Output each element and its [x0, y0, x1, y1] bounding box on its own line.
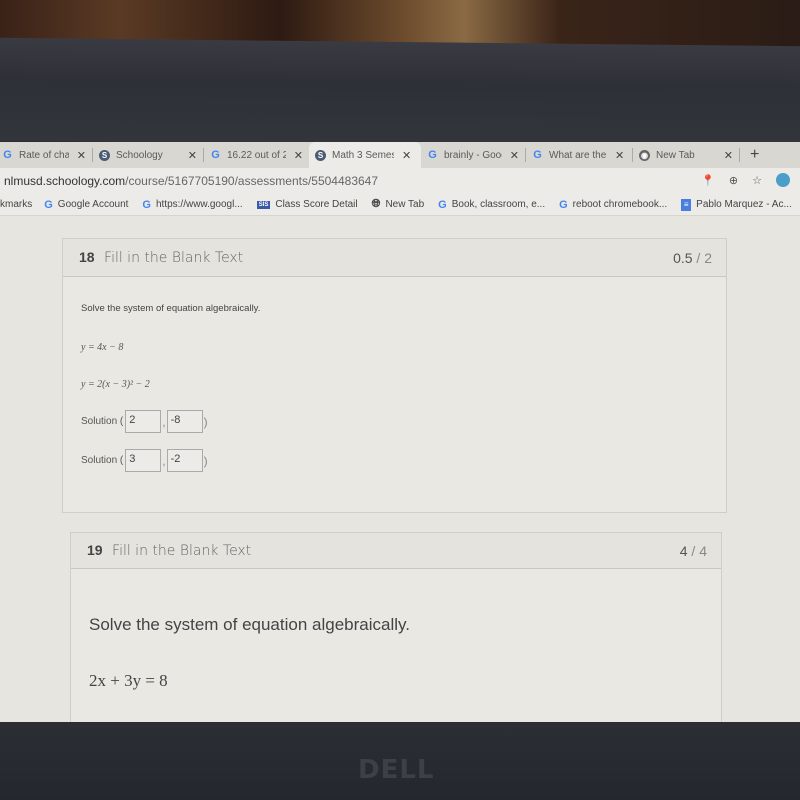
url-field[interactable]: nlmusd.schoology.com/course/5167705190/a… — [4, 174, 378, 188]
question-type: Fill in the Blank Text — [112, 542, 252, 559]
close-icon[interactable]: ✕ — [510, 149, 519, 162]
google-icon: G — [211, 149, 220, 161]
question-header: 18 Fill in the Blank Text 0.5 / 2 — [63, 239, 726, 277]
equation-2: y = 2(x − 3)² − 2 — [81, 379, 150, 390]
tab-title: Math 3 Semes — [332, 149, 394, 161]
bookmark-label: Pablo Marquez - Ac... — [696, 199, 792, 210]
close-icon[interactable]: ✕ — [188, 149, 197, 162]
comma-separator: , — [162, 414, 166, 429]
tab-brainly[interactable]: G brainly - Goog ✕ — [421, 142, 525, 168]
tab-title: Rate of chang — [19, 149, 69, 161]
score-earned: 0.5 — [673, 249, 693, 266]
score-total: / 2 — [696, 249, 712, 266]
tab-title: 16.22 out of 2 — [227, 149, 286, 161]
tab-schoology[interactable]: S Schoology ✕ — [93, 142, 203, 168]
solution-row: Solution ( 2 , -8 ) — [81, 410, 208, 433]
tab-title: New Tab — [656, 149, 695, 161]
monitor-bezel-top — [0, 37, 800, 150]
bookmark-reboot-chromebook[interactable]: G reboot chromebook... — [559, 199, 667, 211]
close-paren: ) — [203, 453, 208, 468]
tab-rate-of-change[interactable]: G Rate of chang ✕ — [0, 142, 92, 168]
comma-separator: , — [162, 453, 166, 468]
chrome-icon: ◉ — [639, 149, 650, 161]
close-icon[interactable]: ✕ — [615, 149, 624, 162]
profile-avatar[interactable] — [776, 173, 790, 187]
question-number: 19 — [87, 541, 103, 558]
solution-y-input[interactable]: -2 — [166, 449, 203, 472]
solution-label: Solution ( — [81, 455, 124, 466]
question-prompt: Solve the system of equation algebraical… — [81, 303, 261, 314]
google-icon: G — [428, 149, 437, 161]
question-type: Fill in the Blank Text — [104, 249, 244, 266]
question-card-18: 18 Fill in the Blank Text 0.5 / 2 Solve … — [62, 238, 727, 513]
sis-icon: SIS — [256, 200, 271, 209]
solution-x-input[interactable]: 3 — [125, 449, 162, 472]
bookmark-label: New Tab — [385, 199, 425, 210]
bookmark-book-classroom[interactable]: G Book, classroom, e... — [438, 199, 545, 211]
google-icon: G — [44, 198, 53, 211]
question-number: 18 — [79, 248, 95, 265]
tab-new-tab[interactable]: ◉ New Tab ✕ — [633, 142, 739, 168]
tab-math3-semester[interactable]: S Math 3 Semes ✕ — [309, 142, 421, 168]
question-score: 4 / 4 — [680, 543, 707, 559]
equation-1: 2x + 3y = 8 — [89, 671, 168, 690]
tab-title: Schoology — [116, 149, 163, 161]
question-card-19: 19 Fill in the Blank Text 4 / 4 Solve th… — [70, 532, 722, 724]
bookmark-star-icon[interactable]: ☆ — [752, 174, 762, 187]
bookmarks-label[interactable]: kmarks — [0, 199, 32, 210]
tab-strip: G Rate of chang ✕ S Schoology ✕ G 16.22 … — [0, 142, 800, 168]
close-icon[interactable]: ✕ — [724, 149, 733, 162]
score-total: / 4 — [691, 542, 707, 559]
tab-title: brainly - Goog — [444, 149, 502, 161]
assessment-content: 18 Fill in the Blank Text 0.5 / 2 Solve … — [0, 217, 800, 724]
tab-separator — [739, 148, 740, 162]
address-bar-actions: 📍 ⊕ ☆ — [701, 173, 790, 187]
solution-y-input[interactable]: -8 — [166, 410, 203, 433]
url-domain: nlmusd.schoology.com — [4, 174, 126, 188]
bookmark-label: Book, classroom, e... — [451, 199, 546, 210]
bookmark-class-score-detail[interactable]: SIS Class Score Detail — [256, 199, 358, 210]
equation-1: y = 4x − 8 — [81, 342, 124, 353]
google-icon: G — [533, 149, 542, 161]
bookmark-label: https://www.googl... — [155, 199, 243, 210]
zoom-icon[interactable]: ⊕ — [729, 174, 738, 187]
google-icon: G — [438, 198, 447, 211]
solution-row: Solution ( 3 , -2 ) — [81, 449, 208, 472]
score-earned: 4 — [679, 542, 688, 559]
google-icon: G — [3, 149, 12, 161]
question-prompt: Solve the system of equation algebraical… — [89, 615, 410, 634]
location-pin-icon[interactable]: 📍 — [701, 174, 715, 187]
tab-what-are-the[interactable]: G What are the ✕ — [526, 142, 632, 168]
close-paren: ) — [203, 414, 208, 429]
bookmarks-bar: kmarks G Google Account G https://www.go… — [0, 194, 800, 216]
question-score: 0.5 / 2 — [673, 250, 712, 266]
new-tab-button[interactable]: + — [750, 146, 759, 164]
bookmark-label: reboot chromebook... — [572, 199, 668, 210]
bookmark-label: Class Score Detail — [275, 199, 358, 210]
browser-window: G Rate of chang ✕ S Schoology ✕ G 16.22 … — [0, 142, 800, 724]
solution-x-input[interactable]: 2 — [125, 410, 162, 433]
dell-logo: DELL — [358, 755, 435, 785]
tab-title: What are the — [549, 149, 607, 161]
schoology-icon: S — [315, 149, 326, 161]
solution-label: Solution ( — [81, 416, 124, 427]
close-icon[interactable]: ✕ — [77, 149, 86, 162]
tab-score[interactable]: G 16.22 out of 2 ✕ — [204, 142, 309, 168]
globe-icon: 🌐︎ — [371, 198, 381, 210]
url-path: /course/5167705190/assessments/550448364… — [125, 174, 379, 188]
google-icon: G — [142, 198, 151, 211]
docs-icon: ≡ — [681, 198, 692, 211]
close-icon[interactable]: ✕ — [402, 149, 411, 162]
schoology-icon: S — [99, 149, 110, 161]
google-icon: G — [559, 198, 568, 211]
address-bar[interactable]: nlmusd.schoology.com/course/5167705190/a… — [0, 168, 800, 194]
bookmark-google-account[interactable]: G Google Account — [44, 199, 128, 211]
bookmark-pablo-marquez[interactable]: ≡ Pablo Marquez - Ac... — [681, 198, 792, 211]
bookmark-new-tab[interactable]: 🌐︎ New Tab — [372, 198, 425, 211]
close-icon[interactable]: ✕ — [294, 149, 303, 162]
bookmark-google-url[interactable]: G https://www.googl... — [142, 199, 242, 211]
bookmark-label: Google Account — [57, 199, 129, 210]
question-header: 19 Fill in the Blank Text 4 / 4 — [71, 533, 721, 569]
